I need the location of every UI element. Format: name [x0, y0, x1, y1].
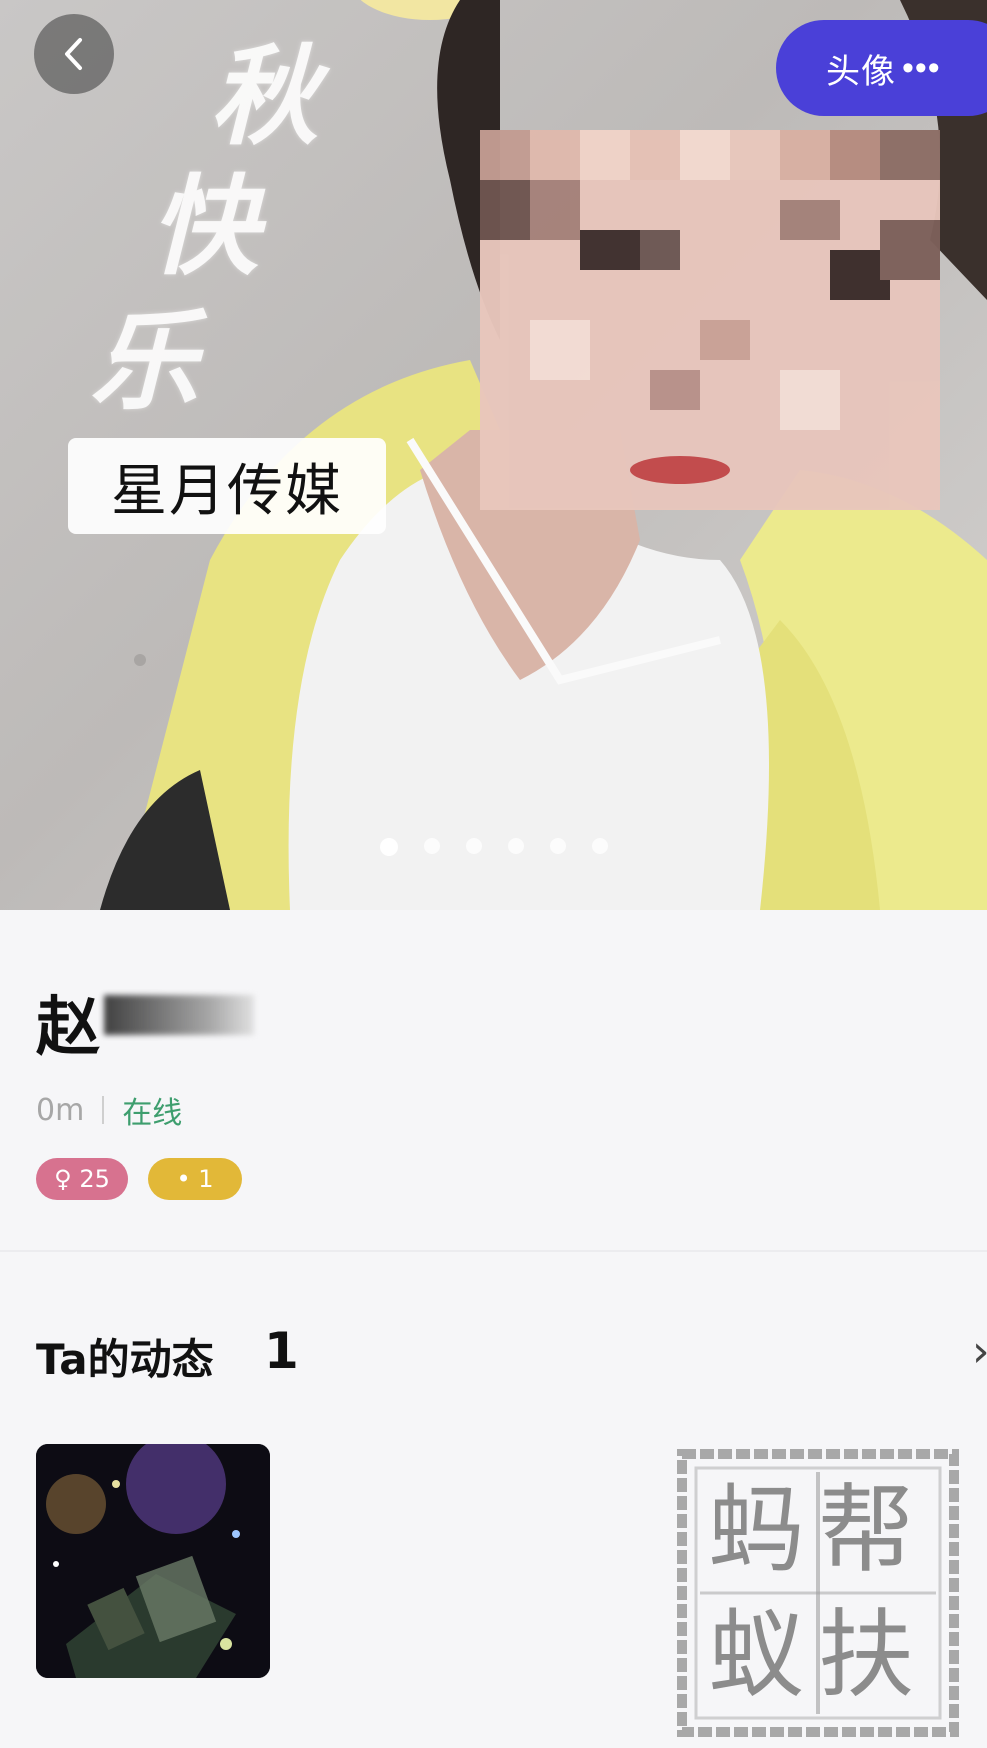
carousel-dot[interactable] — [591, 838, 608, 854]
seal-watermark: 帮 扶 蚂 蚁 — [677, 1449, 959, 1737]
moments-count: 1 — [264, 1322, 299, 1380]
profile-photo-carousel[interactable]: 秋 快 乐 星月传媒 头像 ••• — [0, 0, 987, 910]
avatar-verified-badge[interactable]: 头像 ••• — [776, 20, 987, 116]
profile-meta: 0m 在线 — [36, 1088, 182, 1132]
online-status: 在线 — [122, 1096, 183, 1131]
moment-thumbnail[interactable] — [36, 1444, 270, 1678]
meta-divider — [102, 1096, 105, 1124]
moment-image — [36, 1444, 270, 1678]
moments-title[interactable]: Ta的动态 — [36, 1326, 214, 1387]
distance-text: 0m — [36, 1092, 85, 1128]
background-character: 快 — [150, 164, 259, 290]
background-character: 乐 — [90, 299, 199, 425]
svg-text:扶: 扶 — [818, 1599, 914, 1711]
carousel-dot[interactable] — [507, 838, 524, 854]
name-redaction — [104, 995, 254, 1035]
carousel-dot[interactable] — [379, 838, 398, 856]
chevron-right-icon[interactable]: › — [972, 1326, 987, 1377]
profile-name: 赵 — [36, 991, 100, 1065]
carousel-dot[interactable] — [549, 838, 566, 854]
carousel-dot[interactable] — [465, 838, 482, 854]
profile-tags: ♀ 25 • 1 — [36, 1158, 242, 1200]
chevron-left-icon — [65, 38, 82, 70]
svg-text:蚁: 蚁 — [708, 1599, 804, 1711]
gender-age-badge: ♀ 25 — [36, 1158, 128, 1200]
carousel-indicators — [0, 838, 987, 856]
section-divider — [0, 1250, 987, 1252]
level-badge: • 1 — [148, 1158, 242, 1200]
badge-label: 头像 — [826, 52, 896, 91]
svg-text:蚂: 蚂 — [708, 1474, 804, 1586]
carousel-dot[interactable] — [423, 838, 440, 854]
watermark-tag: 星月传媒 — [68, 438, 386, 534]
badge-suffix: ••• — [902, 48, 941, 87]
back-button[interactable] — [34, 14, 114, 94]
svg-text:帮: 帮 — [818, 1474, 914, 1586]
